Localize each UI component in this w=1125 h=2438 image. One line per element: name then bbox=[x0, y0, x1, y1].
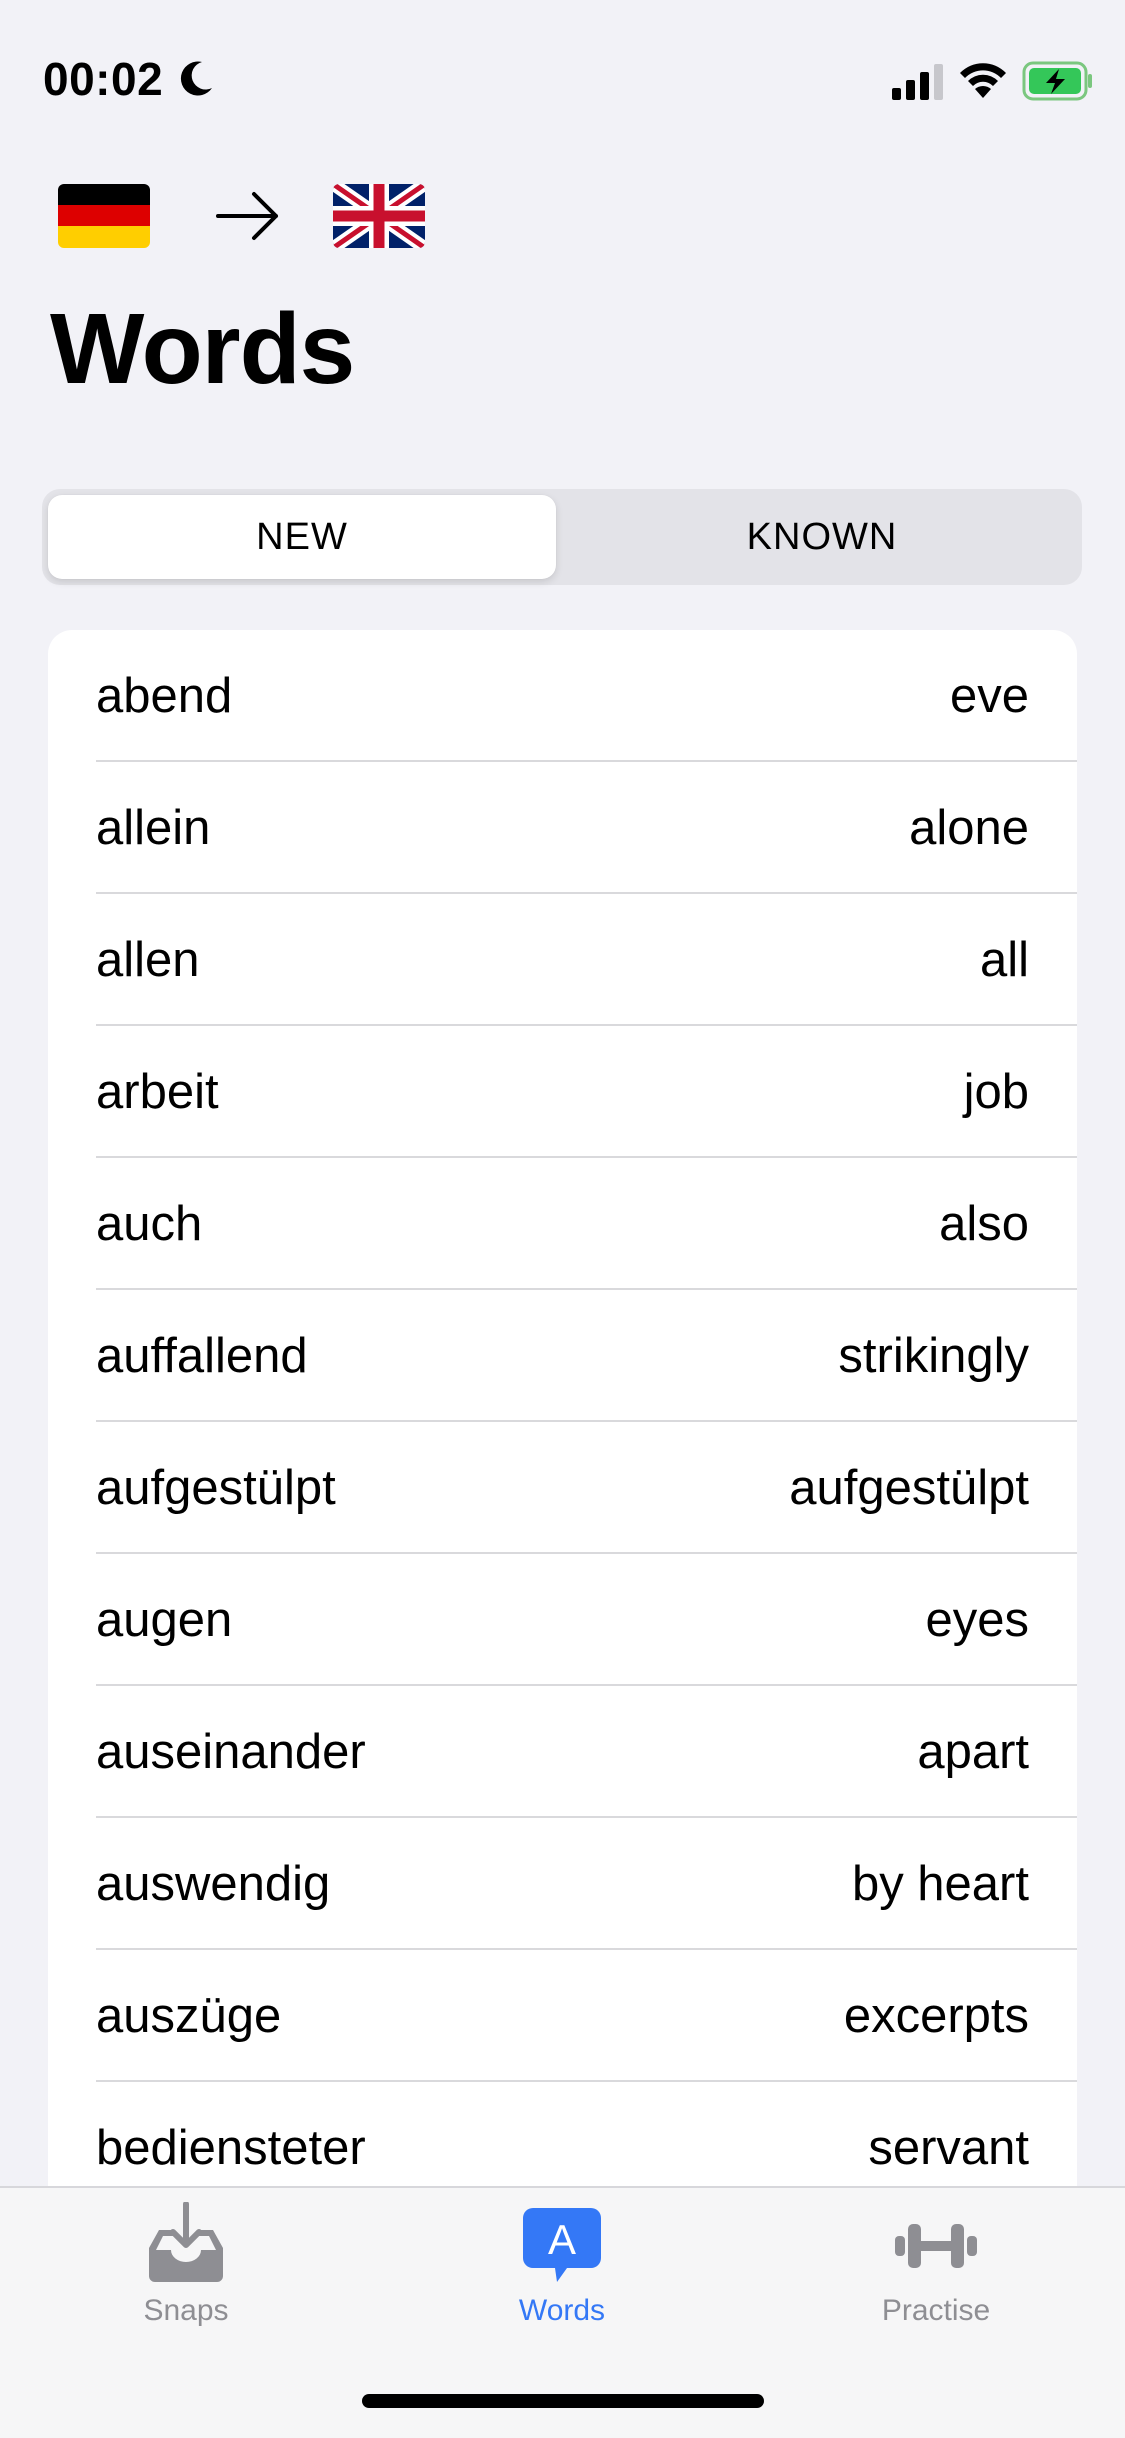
list-item[interactable]: abend eve bbox=[48, 630, 1077, 762]
word-term: allen bbox=[96, 933, 200, 987]
inbox-download-icon bbox=[149, 2202, 223, 2282]
list-item[interactable]: bediensteter servant bbox=[48, 2082, 1077, 2190]
united-kingdom-flag-icon[interactable] bbox=[333, 184, 425, 248]
word-term: auszüge bbox=[96, 1989, 282, 2043]
word-translation: job bbox=[963, 1065, 1029, 1119]
word-term: allein bbox=[96, 801, 211, 855]
word-translation: excerpts bbox=[843, 1989, 1029, 2043]
tab-label: Words bbox=[518, 2294, 606, 2327]
word-translation: by heart bbox=[851, 1857, 1029, 1911]
dumbbell-icon bbox=[895, 2224, 977, 2268]
word-term: arbeit bbox=[96, 1065, 219, 1119]
tab-words[interactable]: A Words bbox=[442, 2202, 682, 2352]
tab-words-icon-letter: A bbox=[548, 2216, 576, 2263]
battery-charging-icon bbox=[1022, 61, 1092, 101]
status-bar: 00:02 bbox=[0, 0, 1125, 140]
word-term: auseinander bbox=[96, 1725, 366, 1779]
home-indicator bbox=[362, 2394, 764, 2408]
signal-icon bbox=[892, 64, 943, 100]
segment-known[interactable]: KNOWN bbox=[568, 495, 1076, 579]
list-item[interactable]: auch also bbox=[48, 1158, 1077, 1290]
tab-practise[interactable]: Practise bbox=[816, 2202, 1056, 2352]
list-item[interactable]: aufgestülpt aufgestülpt bbox=[48, 1422, 1077, 1554]
word-translation: also bbox=[939, 1197, 1029, 1251]
word-term: auswendig bbox=[96, 1857, 331, 1911]
moon-icon bbox=[180, 61, 212, 96]
wifi-icon bbox=[960, 63, 1006, 98]
word-translation: strikingly bbox=[838, 1329, 1029, 1383]
list-item[interactable]: auffallend strikingly bbox=[48, 1290, 1077, 1422]
word-term: auch bbox=[96, 1197, 203, 1251]
word-term: aufgestülpt bbox=[96, 1461, 336, 1515]
list-item[interactable]: auseinander apart bbox=[48, 1686, 1077, 1818]
word-term: auffallend bbox=[96, 1329, 308, 1383]
germany-flag-icon[interactable] bbox=[58, 184, 150, 248]
tab-label: Practise bbox=[881, 2294, 991, 2327]
word-term: abend bbox=[96, 669, 233, 723]
list-item[interactable]: auszüge excerpts bbox=[48, 1950, 1077, 2082]
list-item[interactable]: auswendig by heart bbox=[48, 1818, 1077, 1950]
arrow-right-icon bbox=[216, 192, 278, 240]
tab-label: Snaps bbox=[143, 2294, 229, 2327]
list-item[interactable]: allein alone bbox=[48, 762, 1077, 894]
word-translation: apart bbox=[917, 1725, 1029, 1779]
status-time: 00:02 bbox=[43, 53, 164, 105]
new-known-segmented-control: NEW KNOWN bbox=[42, 489, 1082, 585]
word-translation: alone bbox=[909, 801, 1029, 855]
speech-bubble-a-icon: A bbox=[523, 2208, 601, 2282]
word-translation: servant bbox=[868, 2121, 1029, 2175]
segment-new[interactable]: NEW bbox=[48, 495, 556, 579]
list-item[interactable]: arbeit job bbox=[48, 1026, 1077, 1158]
word-translation: eyes bbox=[925, 1593, 1029, 1647]
word-term: augen bbox=[96, 1593, 233, 1647]
word-translation: aufgestülpt bbox=[789, 1461, 1029, 1515]
tab-snaps[interactable]: Snaps bbox=[66, 2202, 306, 2352]
word-list: abend eve allein alone allen all arbeit … bbox=[48, 630, 1077, 2190]
page-title: Words bbox=[50, 293, 355, 405]
word-term: bediensteter bbox=[96, 2121, 366, 2175]
word-translation: all bbox=[979, 933, 1029, 987]
list-item[interactable]: augen eyes bbox=[48, 1554, 1077, 1686]
list-item[interactable]: allen all bbox=[48, 894, 1077, 1026]
word-translation: eve bbox=[949, 669, 1029, 723]
